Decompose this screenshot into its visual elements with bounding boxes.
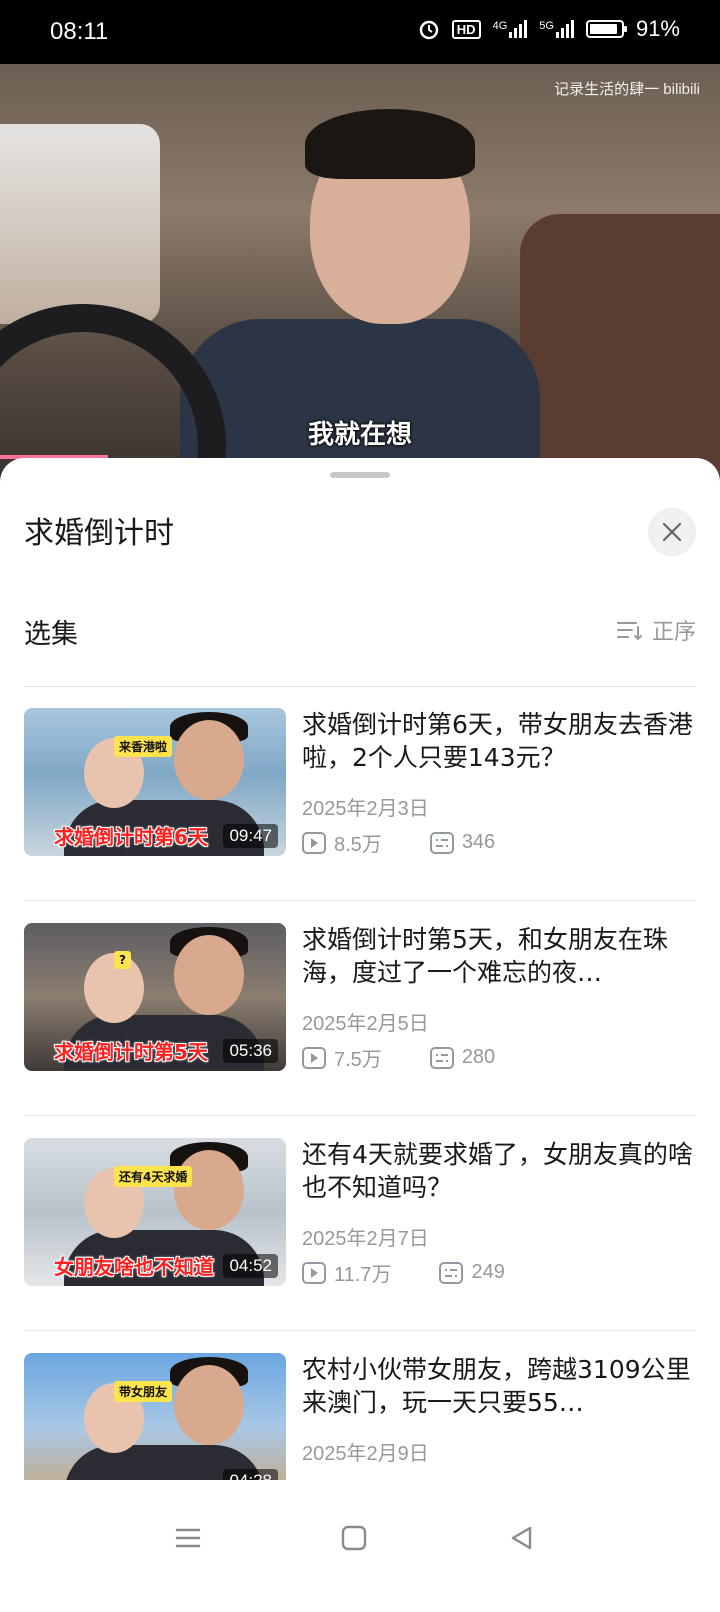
danmaku-icon: [429, 831, 454, 854]
danmaku-icon: [439, 1261, 464, 1284]
status-icons: HD 4G 5G 91%: [418, 16, 680, 42]
danmaku-count: 346: [461, 831, 496, 853]
episode-stats: 11.7万 249: [302, 1258, 505, 1287]
video-watermark: 记录生活的肆一 bilibili: [554, 81, 700, 98]
episode-thumbnail: ? 求婚倒计时第5天 05:36: [24, 923, 286, 1071]
signal-4g-icon: 4G: [493, 20, 528, 38]
thumbnail-tag: ?: [114, 951, 131, 969]
sort-label: 正序: [651, 620, 696, 645]
thumbnail-caption: 求婚倒计时第6天: [54, 825, 208, 849]
back-icon[interactable]: [508, 1524, 536, 1552]
home-icon[interactable]: [340, 1524, 368, 1552]
system-nav-bar: [0, 1480, 720, 1612]
episode-title: 农村小伙带女朋友，跨越3109公里来澳门，玩一天只要55…: [302, 1355, 691, 1417]
episode-thumbnail: 还有4天求婚 女朋友啥也不知道 04:52: [24, 1138, 286, 1286]
episode-sheet: 求婚倒计时 选集 正序 来香港啦 求婚倒计时第6天 09:47 求婚倒计时第6天…: [0, 458, 720, 1612]
episode-duration: 05:36: [223, 1039, 278, 1063]
episode-title: 还有4天就要求婚了，女朋友真的啥也不知道吗？: [302, 1140, 693, 1202]
episode-item[interactable]: ? 求婚倒计时第5天 05:36 求婚倒计时第5天，和女朋友在珠海，度过了一个难…: [24, 923, 696, 1073]
sheet-drag-handle[interactable]: [330, 472, 390, 478]
episode-thumbnail: 带女朋友 04:28: [24, 1353, 286, 1501]
close-button[interactable]: [648, 508, 696, 556]
divider: [24, 686, 696, 687]
play-count-icon: [302, 831, 326, 854]
status-bar: 08:11 HD 4G 5G 91%: [0, 0, 720, 64]
episode-stats: 8.5万 346: [302, 828, 495, 857]
battery-fill: [589, 24, 617, 34]
thumbnail-tag: 来香港啦: [114, 736, 173, 757]
episode-duration: 04:52: [223, 1254, 278, 1278]
signal-5g-icon: 5G: [539, 20, 574, 38]
danmaku-icon: [429, 1046, 454, 1069]
hd-icon: HD: [451, 19, 481, 39]
play-count: 7.5万: [334, 1049, 382, 1071]
sort-button[interactable]: 正序: [616, 614, 696, 646]
divider: [24, 1115, 696, 1116]
video-car-window: [0, 124, 160, 324]
episode-date: 2025年2月5日: [302, 1013, 429, 1035]
alarm-icon: [419, 20, 439, 40]
divider: [24, 1330, 696, 1331]
danmaku-count: 280: [461, 1046, 496, 1068]
close-icon: [662, 522, 682, 542]
episode-title: 求婚倒计时第6天，带女朋友去香港啦，2个人只要143元？: [302, 710, 693, 772]
play-count-icon: [302, 1046, 326, 1069]
divider: [24, 900, 696, 901]
episode-date: 2025年2月3日: [302, 798, 429, 820]
video-player[interactable]: 记录生活的肆一 bilibili 我就在想: [0, 64, 720, 484]
video-person-hair: [305, 109, 475, 179]
battery-percent: 91%: [635, 16, 680, 41]
episode-item[interactable]: 来香港啦 求婚倒计时第6天 09:47 求婚倒计时第6天，带女朋友去香港啦，2个…: [24, 708, 696, 858]
thumbnail-tag: 带女朋友: [114, 1381, 173, 1402]
danmaku-count: 249: [471, 1261, 505, 1283]
thumbnail-caption: 求婚倒计时第5天: [54, 1040, 208, 1064]
episode-thumbnail: 来香港啦 求婚倒计时第6天 09:47: [24, 708, 286, 856]
section-title: 选集: [24, 619, 78, 650]
battery-icon: [585, 20, 627, 38]
episode-date: 2025年2月7日: [302, 1228, 429, 1250]
signal-5g-label: 5G: [539, 20, 554, 32]
signal-4g-label: 4G: [492, 20, 508, 32]
thumbnail-tag: 还有4天求婚: [114, 1166, 193, 1187]
sheet-title: 求婚倒计时: [24, 516, 174, 551]
episode-title: 求婚倒计时第5天，和女朋友在珠海，度过了一个难忘的夜…: [302, 925, 668, 987]
episode-duration: 09:47: [223, 824, 278, 848]
play-count-icon: [302, 1261, 326, 1284]
episode-stats: 7.5万 280: [302, 1043, 495, 1072]
video-subtitle: 我就在想: [307, 420, 412, 450]
status-time: 08:11: [50, 18, 109, 45]
menu-icon[interactable]: [174, 1524, 202, 1552]
sort-icon: [616, 622, 642, 641]
play-count: 11.7万: [334, 1264, 392, 1286]
episode-date: 2025年2月9日: [302, 1443, 429, 1465]
thumbnail-caption: 女朋友啥也不知道: [54, 1255, 214, 1279]
play-count: 8.5万: [334, 834, 382, 856]
episode-item[interactable]: 还有4天求婚 女朋友啥也不知道 04:52 还有4天就要求婚了，女朋友真的啥也不…: [24, 1138, 696, 1288]
